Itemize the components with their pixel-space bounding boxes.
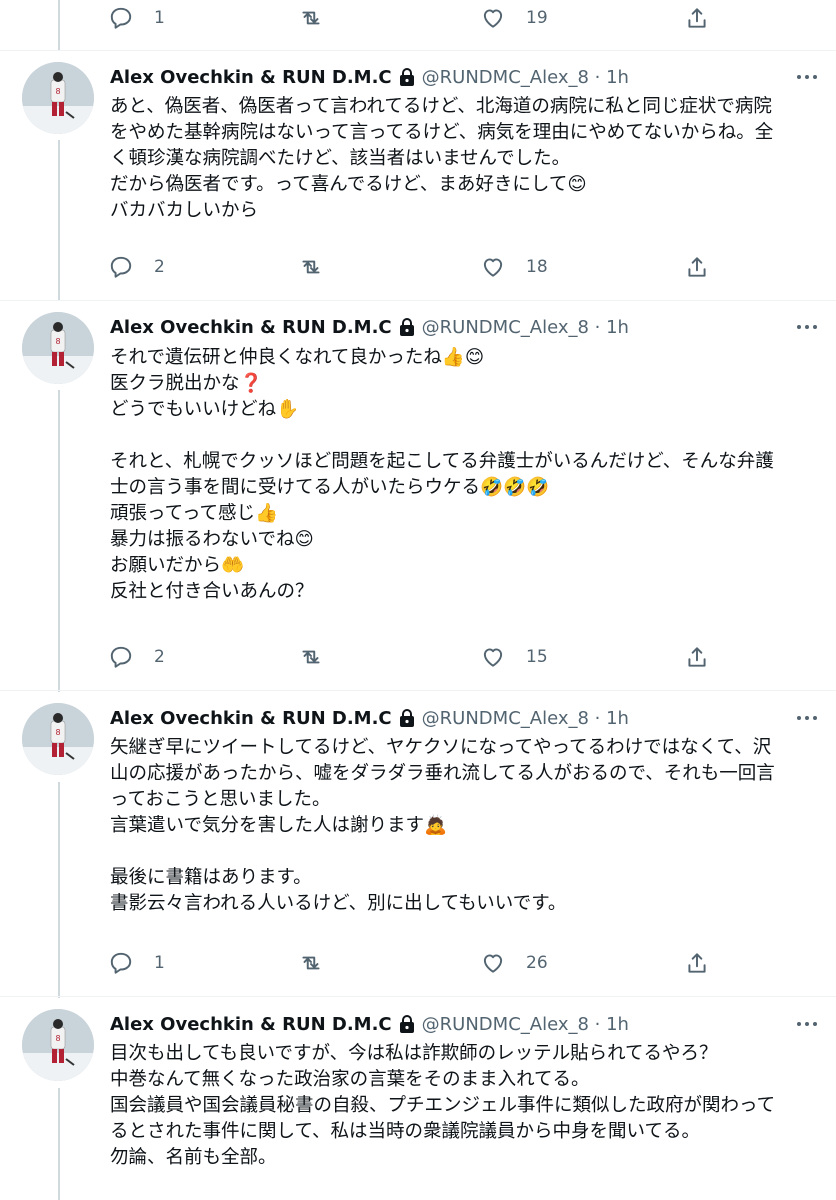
reply-icon bbox=[110, 646, 132, 668]
tweet-header: Alex Ovechkin & RUN D.M.C @RUNDMC_Alex_8… bbox=[110, 62, 629, 92]
more-options-icon[interactable] bbox=[794, 707, 820, 729]
tweet-divider bbox=[0, 690, 836, 691]
author-handle-time[interactable]: @RUNDMC_Alex_8 · 1h bbox=[422, 67, 629, 88]
like-button[interactable]: 18 bbox=[480, 249, 548, 285]
like-button[interactable]: 26 bbox=[480, 945, 548, 981]
author-handle-time[interactable]: @RUNDMC_Alex_8 · 1h bbox=[422, 317, 629, 338]
lock-icon bbox=[399, 68, 414, 86]
like-count: 19 bbox=[526, 8, 548, 28]
author-name[interactable]: Alex Ovechkin & RUN D.M.C bbox=[110, 67, 392, 88]
like-button[interactable]: 19 bbox=[480, 0, 548, 36]
reply-icon bbox=[110, 7, 132, 29]
tweet-header: Alex Ovechkin & RUN D.M.C @RUNDMC_Alex_8… bbox=[110, 703, 629, 733]
svg-text:8: 8 bbox=[55, 87, 60, 96]
author-name[interactable]: Alex Ovechkin & RUN D.M.C bbox=[110, 708, 392, 729]
tweet-text: それで遺伝研と仲良くなれて良かったね👍😊 医クラ脱出かな❓ どうでもいいけどね✋… bbox=[110, 347, 774, 602]
hockey-player-avatar-icon: 8 bbox=[22, 1009, 94, 1081]
hockey-player-avatar-icon: 8 bbox=[22, 312, 94, 384]
reply-icon bbox=[110, 952, 132, 974]
share-button[interactable] bbox=[684, 249, 710, 285]
tweet[interactable]: 8 Alex Ovechkin & RUN D.M.C @RUNDMC_Alex… bbox=[0, 62, 836, 302]
thread-line bbox=[58, 0, 60, 50]
tweet-divider bbox=[0, 996, 836, 997]
share-icon bbox=[688, 647, 706, 667]
avatar[interactable]: 8 bbox=[22, 312, 94, 384]
share-button[interactable] bbox=[684, 0, 710, 36]
tweet-header: Alex Ovechkin & RUN D.M.C @RUNDMC_Alex_8… bbox=[110, 1009, 629, 1039]
share-button[interactable] bbox=[684, 639, 710, 675]
reply-count: 2 bbox=[154, 257, 165, 277]
tweet-action-bar: 1 26 bbox=[108, 945, 728, 981]
retweet-button[interactable] bbox=[298, 249, 344, 285]
share-icon bbox=[688, 257, 706, 277]
author-name[interactable]: Alex Ovechkin & RUN D.M.C bbox=[110, 317, 392, 338]
retweet-icon bbox=[302, 650, 320, 664]
retweet-button[interactable] bbox=[298, 945, 344, 981]
reply-icon bbox=[110, 256, 132, 278]
avatar[interactable]: 8 bbox=[22, 62, 94, 134]
share-button[interactable] bbox=[684, 945, 710, 981]
tweet-divider bbox=[0, 50, 836, 51]
reply-count: 1 bbox=[154, 953, 165, 973]
tweet-text: あと、偽医者、偽医者って言われてるけど、北海道の病院に私と同じ症状で病院 をやめ… bbox=[110, 96, 774, 221]
avatar[interactable]: 8 bbox=[22, 703, 94, 775]
lock-icon bbox=[399, 318, 414, 336]
like-button[interactable]: 15 bbox=[480, 639, 548, 675]
reply-button[interactable]: 2 bbox=[108, 639, 165, 675]
retweet-button[interactable] bbox=[298, 0, 344, 36]
like-count: 26 bbox=[526, 953, 548, 973]
retweet-icon bbox=[302, 956, 320, 970]
retweet-button[interactable] bbox=[298, 639, 344, 675]
tweet-header: Alex Ovechkin & RUN D.M.C @RUNDMC_Alex_8… bbox=[110, 312, 629, 342]
lock-icon bbox=[399, 709, 414, 727]
tweet-action-bar: 2 15 bbox=[108, 639, 728, 675]
heart-icon bbox=[483, 954, 503, 973]
svg-text:8: 8 bbox=[55, 1034, 60, 1043]
author-handle-time[interactable]: @RUNDMC_Alex_8 · 1h bbox=[422, 708, 629, 729]
heart-icon bbox=[483, 648, 503, 667]
hockey-player-avatar-icon: 8 bbox=[22, 62, 94, 134]
reply-count: 1 bbox=[154, 8, 165, 28]
more-options-icon[interactable] bbox=[794, 1013, 820, 1035]
like-count: 18 bbox=[526, 257, 548, 277]
tweet-divider bbox=[0, 300, 836, 301]
retweet-icon bbox=[302, 11, 320, 25]
reply-button[interactable]: 1 bbox=[108, 0, 165, 36]
retweet-icon bbox=[302, 260, 320, 274]
avatar[interactable]: 8 bbox=[22, 1009, 94, 1081]
like-count: 15 bbox=[526, 647, 548, 667]
lock-icon bbox=[399, 1015, 414, 1033]
svg-text:8: 8 bbox=[55, 337, 60, 346]
reply-button[interactable]: 2 bbox=[108, 249, 165, 285]
share-icon bbox=[688, 953, 706, 973]
svg-text:8: 8 bbox=[55, 728, 60, 737]
more-options-icon[interactable] bbox=[794, 316, 820, 338]
tweet[interactable]: 8 Alex Ovechkin & RUN D.M.C @RUNDMC_Alex… bbox=[0, 703, 836, 998]
tweet[interactable]: 8 Alex Ovechkin & RUN D.M.C @RUNDMC_Alex… bbox=[0, 1009, 836, 1200]
heart-icon bbox=[483, 258, 503, 277]
reply-count: 2 bbox=[154, 647, 165, 667]
tweet[interactable]: 8 Alex Ovechkin & RUN D.M.C @RUNDMC_Alex… bbox=[0, 312, 836, 692]
share-icon bbox=[688, 8, 706, 28]
reply-button[interactable]: 1 bbox=[108, 945, 165, 981]
hockey-player-avatar-icon: 8 bbox=[22, 703, 94, 775]
top-action-bar: 1 19 bbox=[108, 0, 728, 36]
heart-icon bbox=[483, 9, 503, 28]
author-handle-time[interactable]: @RUNDMC_Alex_8 · 1h bbox=[422, 1014, 629, 1035]
tweet-text: 目次も出しても良いですが、今は私は詐欺師のレッテル貼られてるやろ？ 中巻なんて無… bbox=[110, 1043, 776, 1168]
author-name[interactable]: Alex Ovechkin & RUN D.M.C bbox=[110, 1014, 392, 1035]
tweet-action-bar: 2 18 bbox=[108, 249, 728, 285]
more-options-icon[interactable] bbox=[794, 66, 820, 88]
tweet-text: 矢継ぎ早にツイートしてるけど、ヤケクソになってやってるわけではなくて、沢 山の応… bbox=[110, 737, 775, 914]
